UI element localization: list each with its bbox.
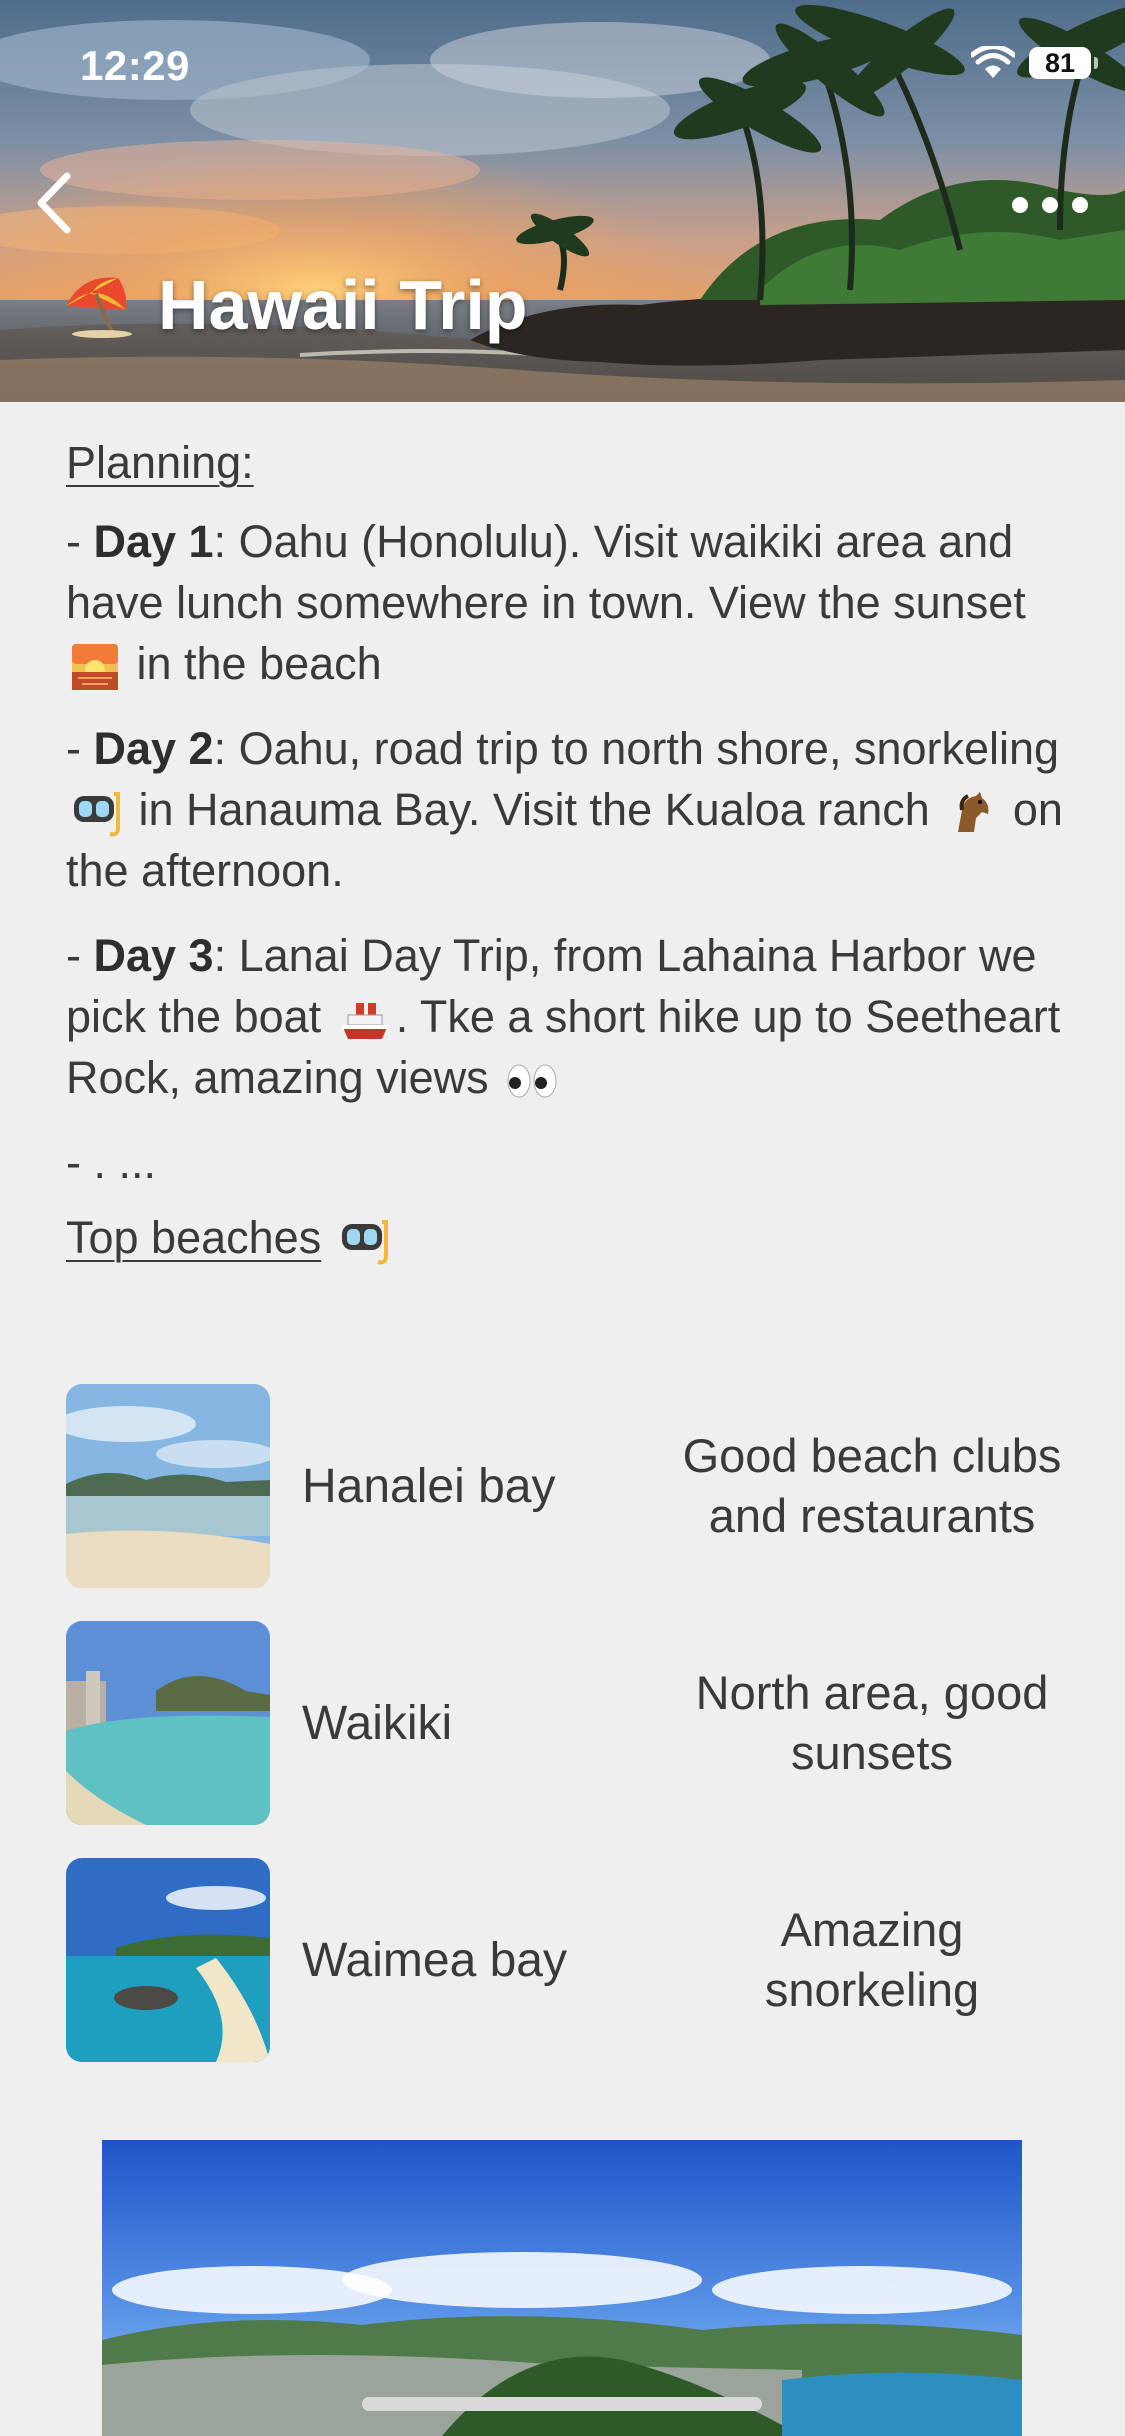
cover-image: 12:29 81 Hawaii Trip (0, 0, 1125, 402)
ellipsis-icon (1012, 197, 1088, 213)
diving-mask-icon (341, 1220, 388, 1265)
wifi-icon (971, 46, 1015, 78)
ship-icon (341, 1003, 388, 1040)
horse-icon (958, 792, 989, 833)
back-button[interactable] (30, 168, 80, 238)
beach-photo-waikiki[interactable] (66, 1621, 270, 1825)
diving-mask-icon (74, 792, 120, 837)
landscape-photo (102, 2140, 1022, 2436)
day-2-prefix: - (66, 723, 94, 774)
beach-photo-hanalei[interactable] (66, 1384, 270, 1588)
chevron-left-icon (37, 172, 71, 234)
beach-name: Waikiki (302, 1696, 453, 1750)
beach-name: Hanalei bay (302, 1459, 556, 1513)
battery-indicator: 81 (1029, 47, 1098, 79)
beach-photo (66, 1384, 270, 1588)
day-2-text-b: in Hanauma Bay. Visit the Kualoa ranch (126, 784, 930, 835)
sunset-icon (72, 644, 118, 691)
ellipsis-line: - . ... (66, 1137, 156, 1188)
planning-heading: Planning: (66, 437, 254, 488)
top-beaches-heading: Top beaches (66, 1207, 321, 1268)
beach-photo-waimea[interactable] (66, 1858, 270, 2062)
page-title: Hawaii Trip (158, 266, 528, 344)
eyes-icon (507, 1064, 557, 1098)
day-3-label: Day 3 (93, 930, 214, 981)
home-indicator[interactable] (362, 2397, 762, 2411)
status-time: 12:29 (80, 42, 190, 89)
beach-note: Amazing snorkeling (764, 1903, 980, 2016)
status-icons: 81 (971, 46, 1098, 80)
beaches-table: Hanalei bay Good beach clubs and restaur… (66, 1384, 1066, 2095)
day-2-label: Day 2 (93, 723, 214, 774)
day-1-text-b: in the beach (124, 638, 382, 689)
beach-photo (66, 1858, 270, 2062)
embedded-photo[interactable] (102, 2140, 1022, 2436)
beach-note: Good beach clubs and restaurants (682, 1429, 1062, 1542)
table-row[interactable]: Waimea bay Amazing snorkeling (66, 1858, 1066, 2062)
day-1-prefix: - (66, 516, 94, 567)
beach-name: Waimea bay (302, 1933, 567, 1987)
day-3-prefix: - (66, 930, 94, 981)
day-3-paragraph: - Day 3: Lanai Day Trip, from Lahaina Ha… (66, 925, 1066, 1108)
beach-note: North area, good sunsets (695, 1666, 1049, 1779)
beach-photo (66, 1621, 270, 1825)
day-1-paragraph: - Day 1: Oahu (Honolulu). Visit waikiki … (66, 511, 1066, 694)
page-title-row: Hawaii Trip (62, 270, 528, 340)
day-1-label: Day 1 (93, 516, 214, 567)
table-row[interactable]: Waikiki North area, good sunsets (66, 1621, 1066, 1825)
top-beaches-heading-text: Top beaches (66, 1212, 322, 1263)
day-2-text-a: : Oahu, road trip to north shore, snorke… (213, 723, 1060, 774)
umbrella-on-ground-icon (66, 277, 132, 338)
note-body[interactable]: Planning: - Day 1: Oahu (Honolulu). Visi… (66, 432, 1066, 1268)
more-options-button[interactable] (1005, 180, 1095, 230)
table-row[interactable]: Hanalei bay Good beach clubs and restaur… (66, 1384, 1066, 1588)
day-2-paragraph: - Day 2: Oahu, road trip to north shore,… (66, 718, 1066, 901)
